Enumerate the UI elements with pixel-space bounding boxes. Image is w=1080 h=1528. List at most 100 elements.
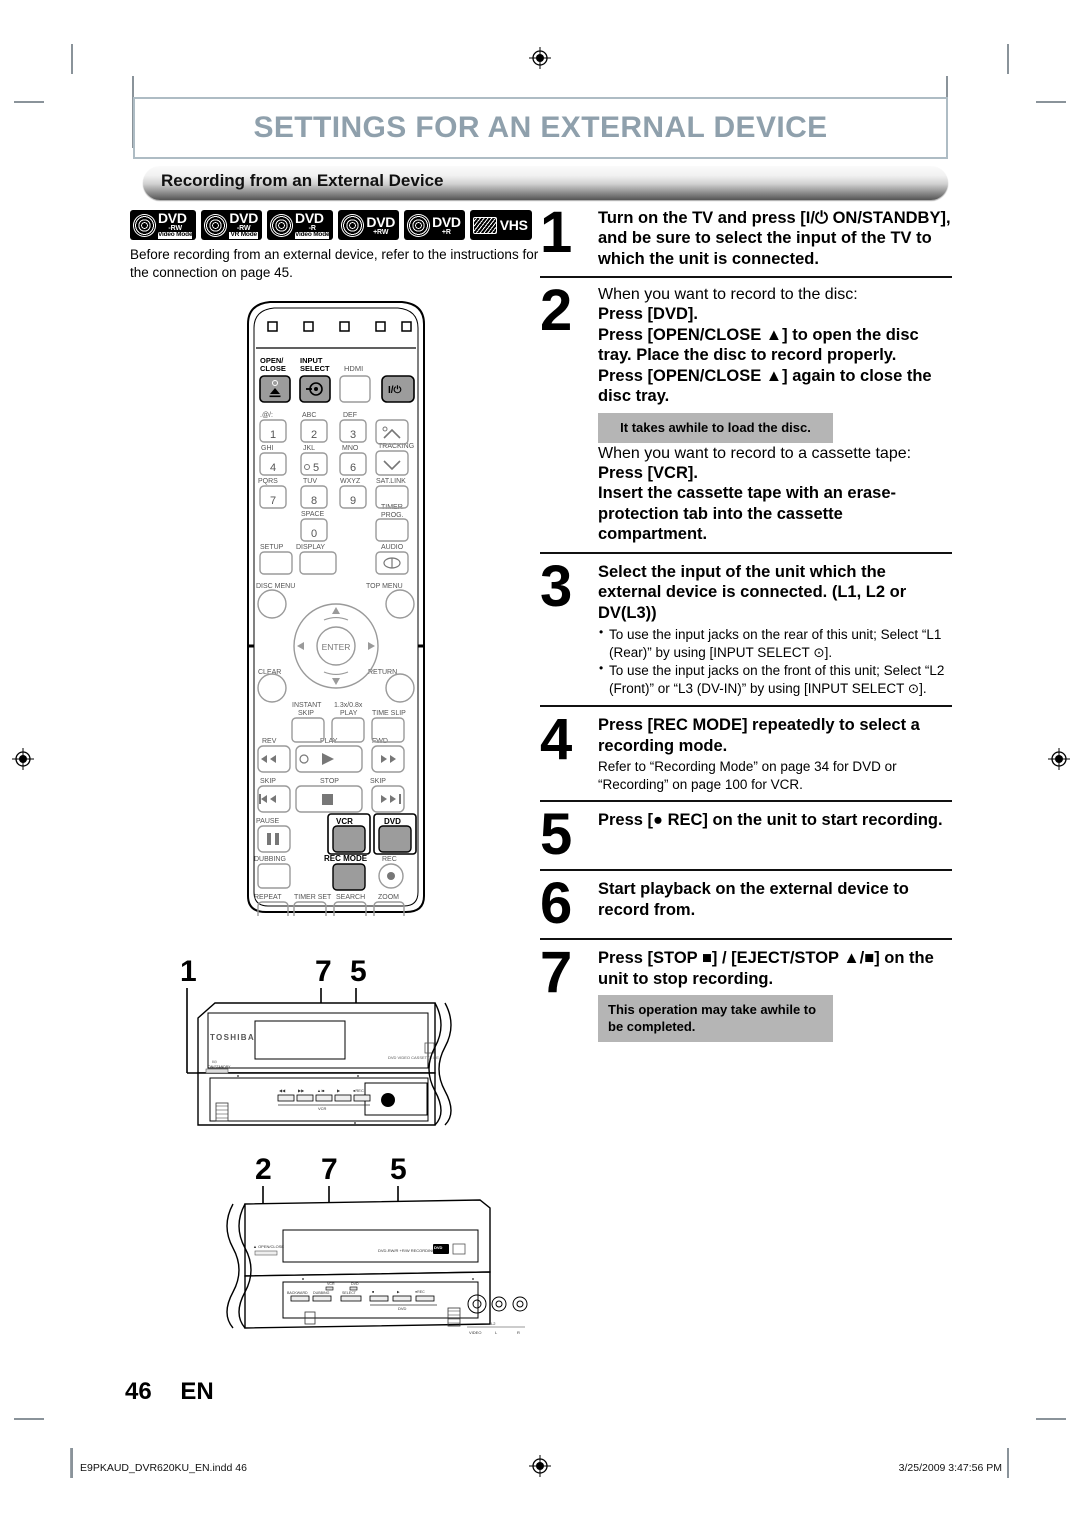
step-6: 6 Start playback on the external device … — [540, 869, 952, 938]
media-logo-dvd-r-video: DVD -R Video Mode — [266, 210, 334, 240]
svg-text:SETUP: SETUP — [260, 544, 284, 551]
media-logo-dvd-plus-r: DVD +R — [403, 210, 465, 240]
media-logo-dvd-rw-vr: DVD -RW VR Mode — [201, 210, 263, 240]
svg-text:.@/:: .@/: — [260, 412, 273, 419]
logo-mode: VR Mode — [229, 231, 259, 239]
page-title: SETTINGS FOR AN EXTERNAL DEVICE — [253, 111, 828, 144]
svg-text:0: 0 — [311, 528, 317, 540]
svg-text:7: 7 — [270, 495, 276, 507]
logo-name: DVD — [432, 213, 461, 230]
svg-text:SKIP: SKIP — [260, 778, 276, 785]
svg-text:TIMER SET: TIMER SET — [294, 894, 332, 901]
step-line: Insert the cassette tape with an erase-p… — [598, 484, 897, 544]
logo-name: DVD — [229, 210, 259, 227]
svg-text:8: 8 — [311, 495, 317, 507]
media-logo-dvd-rw-video: DVD -RW Video Mode — [129, 210, 197, 240]
svg-text:SAT.LINK: SAT.LINK — [376, 478, 406, 485]
svg-text:ON/STANDBY: ON/STANDBY — [208, 1065, 231, 1069]
device-front-upper-diagram: 1 7 5 TOSHIBA DVD VIDEO CASSETTE RE I/⏻ … — [160, 955, 510, 1150]
svg-text:SPACE: SPACE — [301, 511, 325, 518]
svg-text:3: 3 — [350, 429, 356, 441]
crop-mark-tl-v — [71, 44, 73, 74]
svg-text:RETURN: RETURN — [368, 669, 397, 676]
step-3: 3 Select the input of the unit which the… — [540, 551, 952, 706]
step-bullets: To use the input jacks on the rear of th… — [598, 625, 952, 697]
svg-text:●REC: ●REC — [415, 1290, 425, 1294]
svg-text:L: L — [495, 1330, 498, 1335]
bullet-item: To use the input jacks on the rear of th… — [598, 625, 952, 661]
crop-mark-bl-h — [14, 1418, 44, 1420]
remote-control-illustration: OPEN/CLOSE INPUT SELECT HDMI I/⏻ .@/: ABC D… — [236, 296, 436, 925]
svg-text:R: R — [517, 1330, 520, 1335]
step-heading: Press [● REC] on the unit to start recor… — [598, 811, 943, 830]
cassette-icon — [472, 216, 497, 234]
svg-text:TIME SLIP: TIME SLIP — [372, 710, 406, 717]
svg-text:DVD: DVD — [351, 1282, 359, 1286]
logo-mode: Video Mode — [158, 231, 193, 239]
svg-text:L2: L2 — [491, 1321, 496, 1326]
svg-text:REPEAT: REPEAT — [254, 894, 282, 901]
page-title-box: SETTINGS FOR AN EXTERNAL DEVICE — [133, 97, 948, 159]
svg-text:SEARCH: SEARCH — [336, 894, 365, 901]
svg-text:VCR: VCR — [318, 1106, 327, 1111]
manual-page: SETTINGS FOR AN EXTERNAL DEVICE Recordin… — [0, 0, 1080, 1528]
svg-text:DVD-RW/R +R/W RECORDING: DVD-RW/R +R/W RECORDING — [378, 1248, 435, 1253]
svg-text:JKL: JKL — [303, 445, 315, 452]
media-logo-row: DVD -RW Video Mode DVD -RW VR Mode DVD -… — [129, 210, 540, 240]
registration-target-top — [529, 47, 551, 69]
svg-text:CLOSE: CLOSE — [260, 364, 286, 373]
step-heading: Start playback on the external device to… — [598, 880, 909, 919]
svg-text:2: 2 — [311, 429, 317, 441]
svg-text:◀◀: ◀◀ — [279, 1088, 286, 1093]
intro-text: Before recording from an external device… — [130, 247, 539, 281]
svg-text:6: 6 — [350, 462, 356, 474]
step-number: 1 — [540, 200, 572, 265]
step-heading: Select the input of the unit which the e… — [598, 562, 907, 622]
logo-name: DVD — [158, 210, 187, 227]
logo-name: DVD — [366, 213, 396, 230]
step-5: 5 Press [● REC] on the unit to start rec… — [540, 800, 952, 869]
logo-name: DVD — [295, 210, 324, 227]
svg-text:1: 1 — [270, 429, 276, 441]
step-heading-underlined: When you want to record to the disc: — [598, 286, 858, 304]
svg-text:STOP: STOP — [320, 778, 339, 785]
step-1: 1 Turn on the TV and press [I/⏻ ON/STAND… — [540, 200, 952, 276]
svg-text:PLAY: PLAY — [340, 710, 358, 717]
svg-text:SELECT: SELECT — [300, 364, 330, 373]
step-number: 7 — [540, 940, 572, 1006]
svg-text:TUV: TUV — [303, 478, 317, 485]
step-line: Press [VCR]. — [598, 463, 698, 482]
svg-text:DUBBING: DUBBING — [313, 1291, 330, 1295]
registration-target-right — [1048, 748, 1070, 770]
callout-5: 5 — [390, 1153, 407, 1186]
callout-2: 2 — [255, 1153, 272, 1186]
footer-filename: E9PKAUD_DVR620KU_EN.indd 46 — [80, 1462, 247, 1474]
svg-text:DUBBING: DUBBING — [254, 856, 286, 863]
svg-text:GHI: GHI — [261, 445, 274, 452]
crop-mark-br-h — [1036, 1418, 1066, 1420]
language-code: EN — [180, 1378, 214, 1405]
svg-text:PAUSE: PAUSE — [256, 818, 280, 825]
svg-text:I/⏻: I/⏻ — [212, 1060, 217, 1064]
svg-text:▲ OPEN/CLOSE: ▲ OPEN/CLOSE — [253, 1244, 284, 1249]
step-line: Press [OPEN/CLOSE ▲] to open the disc tr… — [598, 325, 919, 365]
svg-text:1.3x/0.8x: 1.3x/0.8x — [334, 702, 363, 709]
svg-text:TOP MENU: TOP MENU — [366, 583, 403, 590]
svg-text:9: 9 — [350, 495, 356, 507]
svg-text:SELECT: SELECT — [342, 1291, 357, 1295]
device-front-lower-diagram: 2 7 5 ▲ OPEN/CLOSE DVD-RW/R +R/W RECORDI… — [205, 1152, 535, 1362]
disc-icon — [266, 210, 297, 240]
disc-icon — [129, 210, 160, 240]
page-number-value: 46 — [125, 1378, 152, 1405]
svg-text:PROG.: PROG. — [381, 512, 404, 519]
callout-1: 1 — [180, 955, 197, 988]
svg-text:DISPLAY: DISPLAY — [296, 544, 325, 551]
step-number: 6 — [540, 871, 572, 937]
svg-text:ZOOM: ZOOM — [378, 894, 399, 901]
svg-text:REC MODE: REC MODE — [324, 854, 368, 863]
step-heading: Turn on the TV and press [I/⏻ ON/STANDBY… — [598, 209, 951, 268]
disc-icon — [201, 210, 231, 240]
svg-text:INSTANT: INSTANT — [292, 702, 322, 709]
page-number: 46 EN — [125, 1378, 214, 1406]
svg-text:SKIP: SKIP — [370, 778, 386, 785]
